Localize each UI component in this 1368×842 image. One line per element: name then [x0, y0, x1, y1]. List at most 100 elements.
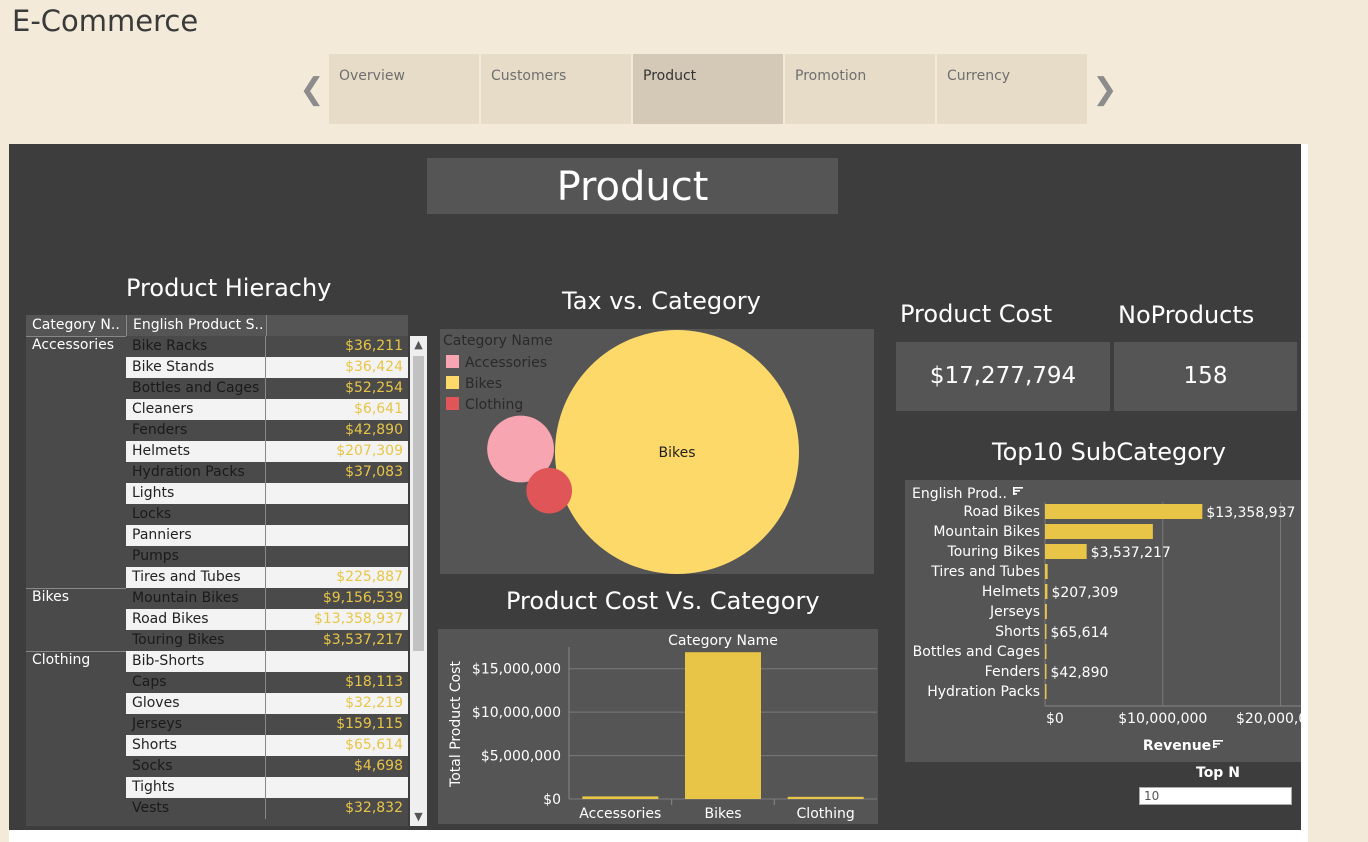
subcategory-name: Bib-Shorts — [132, 653, 205, 669]
x-axis-title: Revenue — [1143, 738, 1211, 754]
table-row[interactable]: Locks — [126, 504, 408, 525]
cost-bar-chart: Category Name Total Product Cost $15,000,0… — [438, 629, 878, 824]
data-label: $207,309 — [1051, 585, 1118, 601]
tax-bubble-chart: Category Name Accessories Bikes Clothing… — [440, 329, 874, 574]
table-row[interactable]: Fenders $42,890 — [126, 420, 408, 441]
revenue-value: $32,832 — [345, 800, 403, 816]
table-row[interactable]: Mountain Bikes $9,156,539 — [126, 588, 408, 609]
column-divider — [265, 588, 266, 609]
bar[interactable] — [1045, 584, 1048, 599]
table-row[interactable]: Gloves $32,219 — [126, 693, 408, 714]
table-row[interactable]: Bib-Shorts — [126, 651, 408, 672]
column-header-subcategory[interactable]: English Product S.. — [126, 315, 266, 336]
table-row[interactable]: Tires and Tubes $225,887 — [126, 567, 408, 588]
tab-customers[interactable]: Customers — [481, 54, 631, 124]
bar-clothing[interactable] — [787, 796, 864, 799]
table-row[interactable]: Bottles and Cages $52,254 — [126, 378, 408, 399]
column-divider — [265, 399, 266, 420]
sort-icon[interactable] — [1213, 740, 1223, 748]
chevron-left-icon[interactable]: ❮ — [299, 72, 325, 107]
column-header-category[interactable]: Category N.. — [26, 315, 126, 336]
data-label: $3,537,217 — [1091, 545, 1171, 561]
table-scrollbar[interactable]: ▲ ▼ — [410, 336, 427, 826]
cost-chart-title: Product Cost Vs. Category — [506, 587, 820, 615]
tab-currency[interactable]: Currency — [937, 54, 1087, 124]
scroll-down-icon[interactable]: ▼ — [410, 808, 427, 826]
table-row[interactable]: Lights — [126, 483, 408, 504]
topn-input[interactable] — [1139, 787, 1292, 805]
chevron-right-icon[interactable]: ❯ — [1092, 72, 1118, 107]
column-divider — [265, 609, 266, 630]
tab-promotion[interactable]: Promotion — [785, 54, 935, 124]
bar[interactable] — [1045, 664, 1047, 679]
table-row[interactable]: Vests $32,832 — [126, 798, 408, 819]
y-tick-label: $0 — [543, 792, 561, 808]
bar[interactable] — [1045, 604, 1047, 619]
bubble-clothing[interactable] — [526, 467, 573, 514]
bar[interactable] — [1045, 524, 1153, 539]
category-cell[interactable]: Bikes — [26, 588, 126, 651]
table-row[interactable]: Socks $4,698 — [126, 756, 408, 777]
revenue-value: $32,219 — [345, 695, 403, 711]
table-row[interactable]: Touring Bikes $3,537,217 — [126, 630, 408, 651]
product-cost-value: $17,277,794 — [896, 342, 1110, 411]
column-divider — [265, 378, 266, 399]
table-row[interactable]: Shorts $65,614 — [126, 735, 408, 756]
subcategory-name: Shorts — [132, 737, 177, 753]
table-row[interactable]: Pumps — [126, 546, 408, 567]
column-divider — [265, 483, 266, 504]
table-row[interactable]: Road Bikes $13,358,937 — [126, 609, 408, 630]
x-tick-label: Bikes — [704, 806, 741, 822]
column-divider — [265, 714, 266, 735]
revenue-value: $4,698 — [354, 758, 403, 774]
table-row[interactable]: Caps $18,113 — [126, 672, 408, 693]
subcategory-name: Lights — [132, 485, 175, 501]
revenue-value: $13,358,937 — [313, 611, 403, 627]
column-divider — [265, 546, 266, 567]
product-cost-label: Product Cost — [900, 300, 1053, 328]
sort-icon[interactable] — [1013, 487, 1023, 495]
table-row[interactable]: Hydration Packs $37,083 — [126, 462, 408, 483]
column-divider — [265, 693, 266, 714]
subcategory-name: Touring Bikes — [132, 632, 225, 648]
revenue-value: $207,309 — [336, 443, 403, 459]
table-row[interactable]: Cleaners $6,641 — [126, 399, 408, 420]
bar[interactable] — [1045, 564, 1048, 579]
bar-accessories[interactable] — [582, 796, 659, 799]
bar[interactable] — [1045, 544, 1087, 559]
table-row[interactable]: Helmets $207,309 — [126, 441, 408, 462]
column-divider — [265, 798, 266, 819]
category-label: Tires and Tubes — [930, 564, 1040, 580]
table-row[interactable]: Bike Racks $36,211 — [126, 336, 408, 357]
bar[interactable] — [1045, 504, 1203, 519]
subcategory-name: Caps — [132, 674, 167, 690]
scroll-thumb[interactable] — [413, 356, 424, 651]
scroll-up-icon[interactable]: ▲ — [410, 336, 427, 354]
table-row[interactable]: Tights — [126, 777, 408, 798]
sort-icon-bar — [1013, 487, 1015, 495]
dashboard-title: Product — [427, 158, 838, 214]
bar[interactable] — [1045, 684, 1047, 699]
category-cell[interactable]: Accessories — [26, 336, 126, 588]
data-label: $42,890 — [1051, 665, 1109, 681]
table-row[interactable]: Jerseys $159,115 — [126, 714, 408, 735]
bar[interactable] — [1045, 624, 1047, 639]
hierarchy-table: Category N.. English Product S.. Accesso… — [26, 315, 408, 826]
top10-title: Top10 SubCategory — [992, 438, 1226, 466]
bar[interactable] — [1045, 644, 1047, 659]
revenue-value: $36,424 — [345, 359, 403, 375]
noproducts-value: 158 — [1114, 342, 1297, 411]
tab-product[interactable]: Product — [633, 54, 783, 124]
bar-bikes[interactable] — [685, 652, 761, 799]
revenue-value: $9,156,539 — [322, 590, 403, 606]
revenue-value: $36,211 — [345, 338, 403, 354]
column-divider — [265, 777, 266, 798]
table-row[interactable]: Panniers — [126, 525, 408, 546]
table-row[interactable]: Bike Stands $36,424 — [126, 357, 408, 378]
tax-chart-title: Tax vs. Category — [562, 287, 761, 315]
category-label: Jerseys — [989, 604, 1040, 620]
tab-bar: Overview Customers Product Promotion Cur… — [329, 54, 1089, 124]
tab-overview[interactable]: Overview — [329, 54, 479, 124]
subcategory-name: Road Bikes — [132, 611, 209, 627]
category-cell[interactable]: Clothing — [26, 651, 126, 819]
